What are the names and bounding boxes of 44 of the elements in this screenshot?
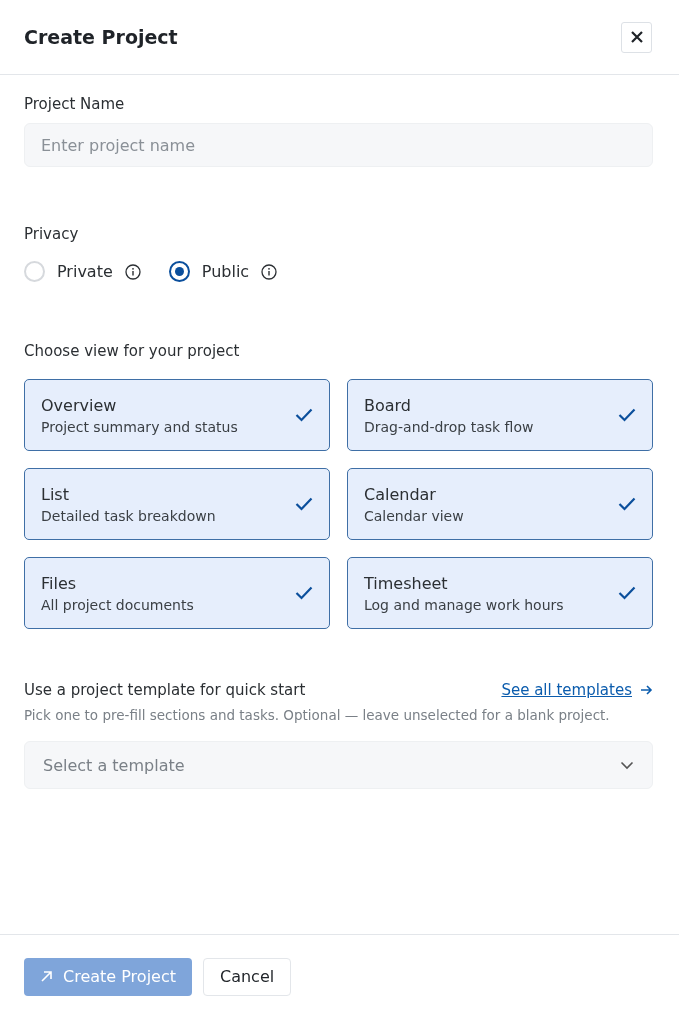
radio-label: Public — [201, 262, 250, 281]
view-description: Detailed task breakdown — [41, 507, 216, 524]
view-title: Timesheet — [364, 573, 449, 593]
radio-label: Private — [57, 262, 113, 281]
view-card[interactable]: Overview Project summary and status — [24, 379, 330, 451]
view-description: Log and manage work hours — [364, 596, 564, 613]
view-card[interactable]: List Detailed task breakdown — [24, 468, 330, 540]
view-title: Files — [41, 573, 78, 593]
view-title: Board — [364, 395, 413, 415]
info-icon[interactable] — [124, 263, 141, 280]
section-label: Choose view for your project — [24, 342, 241, 360]
view-card[interactable]: Files All project documents — [24, 557, 330, 629]
check-icon — [295, 408, 313, 422]
close-button[interactable] — [621, 21, 652, 53]
section-label: Privacy — [24, 225, 80, 243]
view-description: Project summary and status — [41, 418, 238, 435]
view-description: Drag-and-drop task flow — [364, 418, 534, 435]
view-description: Calendar view — [364, 507, 464, 524]
field-label: Project Name — [24, 95, 126, 113]
arrow-up-right-icon — [40, 970, 53, 983]
check-icon — [618, 497, 636, 511]
check-icon — [618, 408, 636, 422]
check-icon — [618, 586, 636, 600]
see-all-templates-link[interactable]: See all templates — [501, 681, 653, 699]
view-card[interactable]: Board Drag-and-drop task flow — [347, 379, 653, 451]
dialog-title: Create Project — [24, 26, 178, 48]
section-label: Use a project template for quick start — [24, 681, 306, 699]
check-icon — [295, 586, 313, 600]
arrow-right-icon — [640, 684, 653, 696]
project-name-input[interactable]: Enter project name — [24, 123, 653, 167]
info-icon[interactable] — [261, 263, 278, 280]
radio-button[interactable] — [168, 261, 190, 282]
cancel-button[interactable]: Cancel — [203, 957, 292, 996]
template-select[interactable]: Select a template — [24, 741, 653, 789]
view-title: Overview — [41, 395, 118, 415]
view-card[interactable]: Timesheet Log and manage work hours — [347, 557, 653, 629]
view-title: Calendar — [364, 484, 437, 504]
chevron-down-icon — [620, 760, 634, 770]
view-card[interactable]: Calendar Calendar view — [347, 468, 653, 540]
view-title: List — [41, 484, 70, 504]
close-icon — [629, 30, 644, 44]
view-description: All project documents — [41, 596, 194, 613]
template-hint: Pick one to pre-fill sections and tasks. Optional — leave unselected for a blank project. — [24, 707, 611, 723]
check-icon — [295, 497, 313, 511]
